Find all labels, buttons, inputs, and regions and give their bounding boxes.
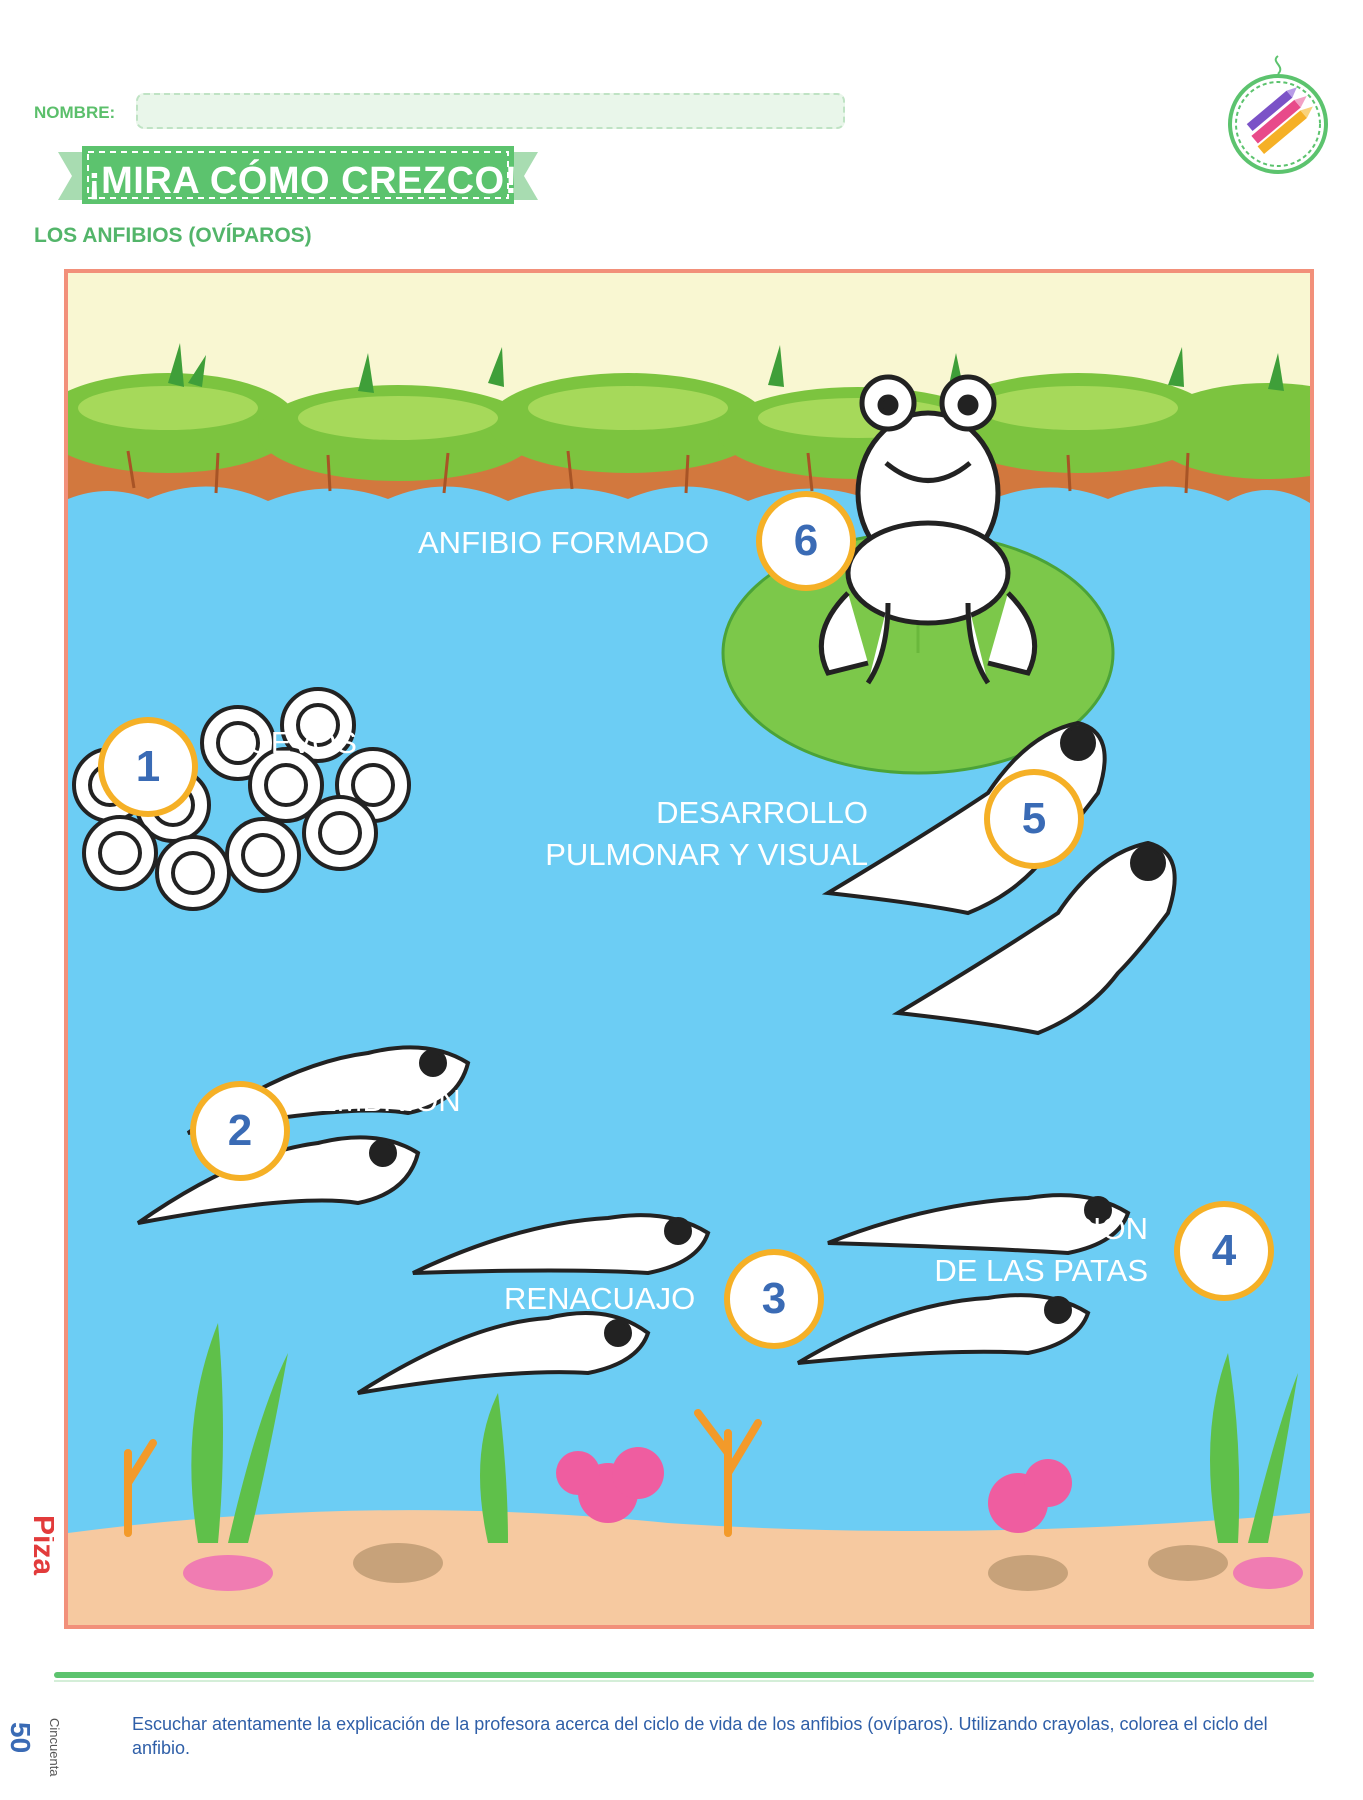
svg-text:Piza: Piza bbox=[28, 1515, 54, 1575]
stage-4-label-line1: APARICIÓN bbox=[979, 1211, 1148, 1246]
stage-3-label: RENACUAJO bbox=[504, 1281, 696, 1316]
name-field[interactable] bbox=[136, 93, 845, 129]
footer-rule bbox=[54, 1672, 1314, 1678]
stage-6-label: ANFIBIO FORMADO bbox=[418, 525, 710, 560]
crayons-icon bbox=[1228, 55, 1328, 174]
stage-2-number: 2 bbox=[190, 1081, 290, 1181]
life-cycle-scene: ANFIBIO FORMADO 6 1 HUEVOS DESARROLLO PU… bbox=[64, 269, 1314, 1629]
stage-4-number: 4 bbox=[1174, 1201, 1274, 1301]
stage-1-number: 1 bbox=[98, 717, 198, 817]
page-title: ¡MIRA CÓMO CREZCO! bbox=[88, 160, 518, 202]
stage-2-label: EMBRIÓN bbox=[316, 1083, 461, 1118]
instructions-text: Escuchar atentamente la explicación de l… bbox=[132, 1714, 1268, 1758]
page-subtitle: LOS ANFIBIOS (OVÍPAROS) bbox=[34, 224, 312, 247]
pond-illustration bbox=[68, 273, 1310, 1625]
stage-5-label-line1: DESARROLLO bbox=[656, 795, 868, 830]
name-label: NOMBRE: bbox=[34, 103, 116, 122]
page-number: 50 bbox=[5, 1722, 36, 1754]
publisher-logo: Piza bbox=[28, 1515, 54, 1575]
stage-6-number: 6 bbox=[756, 491, 856, 591]
stage-3-number: 3 bbox=[724, 1249, 824, 1349]
stage-1-label: HUEVOS bbox=[226, 725, 357, 760]
stage-5-label-line2: PULMONAR Y VISUAL bbox=[545, 837, 868, 872]
stage-5-number: 5 bbox=[984, 769, 1084, 869]
page-number-word: Cincuenta bbox=[47, 1718, 62, 1777]
stage-4-label-line2: DE LAS PATAS bbox=[934, 1253, 1148, 1288]
footer-rule-thin bbox=[54, 1680, 1314, 1682]
